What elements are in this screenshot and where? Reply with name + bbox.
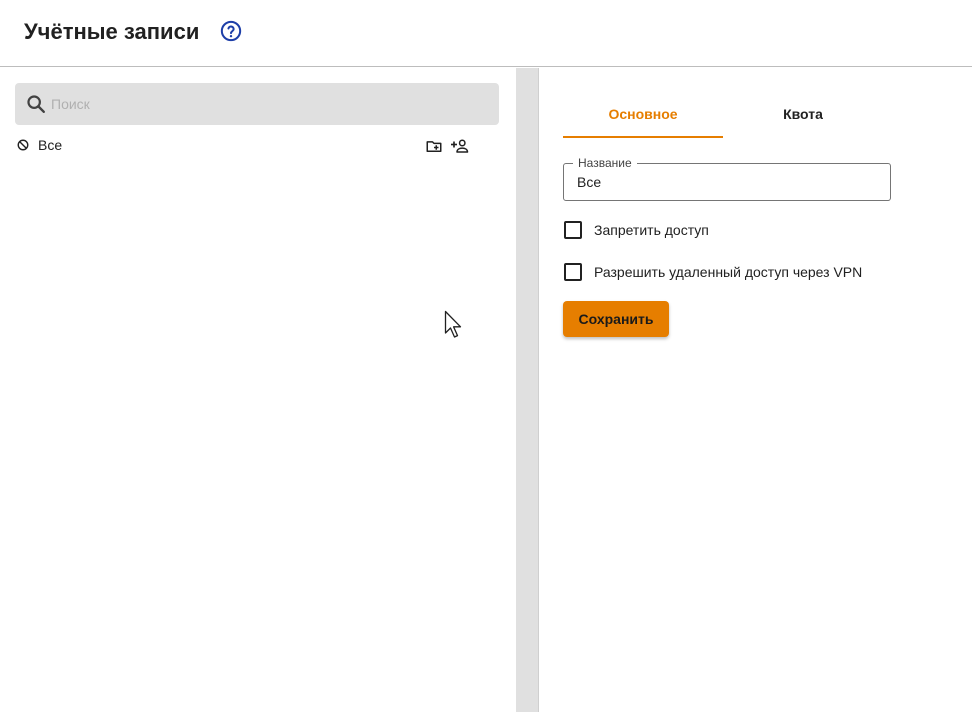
name-field[interactable]: Название: [563, 156, 891, 201]
tab-quota[interactable]: Квота: [723, 92, 883, 138]
vpn-access-option[interactable]: Разрешить удаленный доступ через VPN: [563, 262, 943, 282]
mouse-pointer-icon: [444, 310, 462, 338]
vpn-access-label[interactable]: Разрешить удаленный доступ через VPN: [594, 263, 862, 281]
name-input[interactable]: [577, 164, 877, 200]
deny-access-checkbox[interactable]: [564, 221, 582, 239]
search-icon: [27, 95, 45, 113]
block-icon: [17, 139, 29, 151]
save-button[interactable]: Сохранить: [563, 301, 669, 337]
search-input[interactable]: [51, 83, 491, 125]
app-header: Учётные записи: [0, 0, 972, 67]
add-folder-icon[interactable]: [425, 137, 443, 155]
search-box[interactable]: [15, 83, 499, 125]
add-user-icon[interactable]: [450, 137, 470, 155]
page-title: Учётные записи: [24, 19, 200, 44]
accounts-tree-panel: Все: [0, 68, 516, 712]
panel-splitter[interactable]: [516, 68, 538, 712]
tree-item-all[interactable]: Все: [15, 136, 485, 156]
vpn-access-checkbox[interactable]: [564, 263, 582, 281]
tab-main[interactable]: Основное: [563, 92, 723, 138]
tree-item-label[interactable]: Все: [38, 137, 62, 153]
account-details-panel: Основное Квота Название Запретить доступ…: [539, 68, 972, 712]
deny-access-option[interactable]: Запретить доступ: [563, 220, 943, 240]
help-circle-icon[interactable]: [220, 20, 242, 42]
deny-access-label[interactable]: Запретить доступ: [594, 221, 709, 239]
